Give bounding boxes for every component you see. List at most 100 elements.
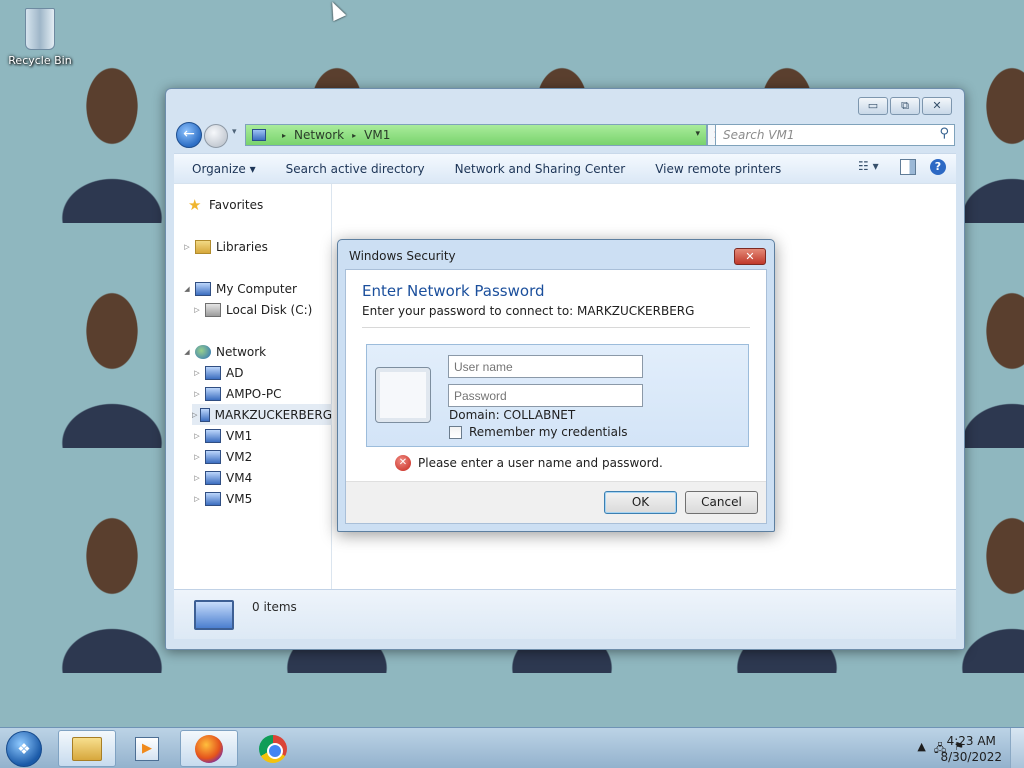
back-button[interactable]: ←: [176, 122, 202, 148]
search-input[interactable]: Search VM1 ⚲: [715, 124, 955, 146]
password-field[interactable]: [448, 384, 643, 407]
nav-libraries-label: Libraries: [216, 239, 268, 254]
credential-tile-panel: Domain: COLLABNET Remember my credential…: [366, 344, 749, 447]
taskbar-firefox-button[interactable]: [180, 730, 238, 767]
recycle-bin[interactable]: Recycle Bin: [6, 8, 74, 67]
nav-my-computer-label: My Computer: [216, 281, 297, 296]
chrome-icon: [259, 734, 287, 763]
folder-icon: [72, 736, 102, 761]
nav-local-disk[interactable]: ▷ Local Disk (C:): [192, 299, 312, 320]
show-hidden-icons-button[interactable]: ▲: [917, 740, 925, 759]
search-active-directory-button[interactable]: Search active directory: [286, 162, 425, 176]
computer-icon: [205, 470, 221, 485]
computer-icon: [205, 386, 221, 401]
forward-button[interactable]: [204, 124, 228, 148]
username-field[interactable]: [448, 355, 643, 378]
cancel-button[interactable]: Cancel: [685, 491, 758, 514]
taskbar: ❖ ▶ ▲ 🖧 ⚑ 4:23 AM 8/30/2022: [0, 727, 1024, 768]
clock[interactable]: 4:23 AM 8/30/2022: [940, 733, 1002, 765]
expand-arrow-icon[interactable]: ▷: [192, 432, 202, 440]
nav-computer-label: MARKZUCKERBERG: [214, 407, 332, 422]
star-icon: ★: [188, 195, 202, 214]
nav-computer-markzuckerberg[interactable]: ▷ MARKZUCKERBERG: [192, 404, 332, 425]
remember-credentials-label[interactable]: Remember my credentials: [469, 425, 628, 439]
expand-arrow-icon[interactable]: ▷: [192, 495, 202, 503]
minimize-button[interactable]: ▭: [858, 97, 888, 115]
dialog-footer: OK Cancel: [346, 481, 766, 523]
navigation-pane: ★ Favorites ▷ Libraries ◢ My Computer ▷ …: [174, 184, 332, 589]
nav-computer-label: VM2: [226, 449, 253, 464]
error-message: Please enter a user name and password.: [418, 456, 663, 470]
address-dropdown-icon[interactable]: ▾: [695, 129, 700, 139]
network-sharing-center-button[interactable]: Network and Sharing Center: [455, 162, 626, 176]
dialog-title: Windows Security: [349, 249, 456, 263]
divider: [362, 327, 750, 328]
nav-computer-label: AMPO-PC: [226, 386, 282, 401]
preview-pane-icon[interactable]: [900, 159, 916, 175]
disk-drive-icon: [205, 302, 221, 317]
computer-icon: [205, 449, 221, 464]
taskbar-chrome-button[interactable]: [244, 730, 302, 767]
computer-icon: [194, 600, 234, 630]
start-button[interactable]: ❖: [6, 731, 42, 767]
view-remote-printers-button[interactable]: View remote printers: [655, 162, 781, 176]
taskbar-media-player-button[interactable]: ▶: [118, 730, 176, 767]
nav-computer-label: AD: [226, 365, 244, 380]
nav-computer-vm5[interactable]: ▷ VM5: [192, 488, 252, 509]
restore-button[interactable]: ⧉: [890, 97, 920, 115]
user-picture-icon: [375, 367, 431, 423]
recycle-bin-label: Recycle Bin: [8, 54, 72, 67]
remember-credentials-checkbox[interactable]: [449, 426, 462, 439]
details-pane: 0 items: [174, 589, 956, 639]
expand-arrow-icon[interactable]: ▷: [192, 474, 202, 482]
expand-arrow-icon[interactable]: ▷: [192, 411, 197, 419]
nav-computer-ad[interactable]: ▷ AD: [192, 362, 243, 383]
change-view-icon[interactable]: ☷ ▾: [858, 159, 886, 175]
nav-my-computer[interactable]: ◢ My Computer: [182, 278, 297, 299]
network-icon: [195, 344, 211, 359]
clock-date: 8/30/2022: [940, 750, 1002, 764]
error-icon: ✕: [395, 455, 411, 471]
mouse-pointer-icon: [325, 0, 347, 22]
nav-network[interactable]: ◢ Network: [182, 341, 266, 362]
breadcrumb-separator: ▸: [352, 130, 357, 140]
search-placeholder: Search VM1: [723, 128, 795, 142]
help-icon[interactable]: ?: [930, 159, 946, 175]
expand-arrow-icon[interactable]: ▷: [182, 243, 192, 251]
computer-icon: [200, 407, 210, 422]
computer-icon: [205, 365, 221, 380]
dialog-close-button[interactable]: ✕: [734, 248, 766, 265]
nav-favorites[interactable]: ★ Favorites: [188, 194, 263, 215]
collapse-arrow-icon[interactable]: ◢: [182, 285, 192, 293]
close-window-button[interactable]: ✕: [922, 97, 952, 115]
nav-libraries[interactable]: ▷ Libraries: [182, 236, 268, 257]
item-count: 0 items: [252, 600, 297, 614]
breadcrumb-network[interactable]: Network: [294, 128, 344, 142]
media-player-icon: ▶: [135, 736, 159, 761]
search-icon[interactable]: ⚲: [939, 126, 949, 141]
nav-computer-label: VM4: [226, 470, 253, 485]
taskbar-explorer-button[interactable]: [58, 730, 116, 767]
expand-arrow-icon[interactable]: ▷: [192, 453, 202, 461]
breadcrumb-vm1[interactable]: VM1: [364, 128, 390, 142]
recycle-bin-icon: [25, 8, 55, 50]
collapse-arrow-icon[interactable]: ◢: [182, 348, 192, 356]
ok-button[interactable]: OK: [604, 491, 677, 514]
dialog-body: Enter Network Password Enter your passwo…: [345, 269, 767, 524]
computer-icon: [205, 428, 221, 443]
expand-arrow-icon[interactable]: ▷: [192, 306, 202, 314]
breadcrumb-separator: ▸: [282, 130, 287, 140]
expand-arrow-icon[interactable]: ▷: [192, 369, 202, 377]
dialog-heading: Enter Network Password: [362, 282, 545, 300]
command-toolbar: Organize ▾ Search active directory Netwo…: [174, 153, 956, 183]
nav-computer-ampo-pc[interactable]: ▷ AMPO-PC: [192, 383, 282, 404]
nav-computer-vm2[interactable]: ▷ VM2: [192, 446, 252, 467]
show-desktop-button[interactable]: [1010, 728, 1024, 768]
nav-local-disk-label: Local Disk (C:): [226, 302, 313, 317]
recent-pages-dropdown[interactable]: ▾: [232, 127, 237, 137]
organize-menu[interactable]: Organize ▾: [192, 162, 256, 176]
address-bar[interactable]: ▸ Network ▸ VM1 ▾: [245, 124, 707, 146]
nav-computer-vm4[interactable]: ▷ VM4: [192, 467, 252, 488]
expand-arrow-icon[interactable]: ▷: [192, 390, 202, 398]
nav-computer-vm1[interactable]: ▷ VM1: [192, 425, 252, 446]
